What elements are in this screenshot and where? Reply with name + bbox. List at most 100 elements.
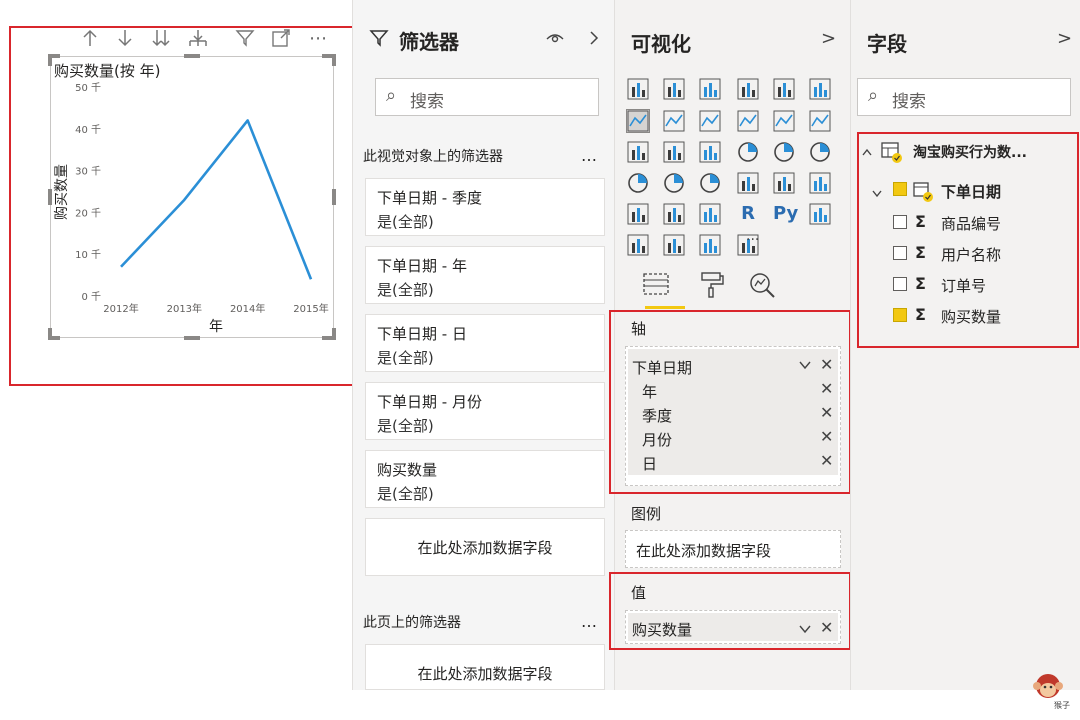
sigma-icon: Σ (915, 305, 926, 324)
r-visual-icon[interactable]: R (737, 203, 759, 225)
fields-tab-icon[interactable] (641, 270, 671, 304)
filter-card[interactable]: 下单日期 - 年 是(全部) (365, 246, 605, 304)
field-checkbox[interactable] (893, 277, 907, 291)
hierarchy-level-label: 季度 (642, 407, 673, 425)
remove-field-icon[interactable]: ✕ (820, 379, 833, 398)
decomposition-tree-icon[interactable] (627, 234, 649, 256)
line-chart-visual[interactable]: ⋯ 购买数量(按 年) 0 千 10 千 20 千 30 千 40 千 50 千 2012年… (0, 0, 363, 400)
pie-chart-icon[interactable] (737, 141, 759, 163)
table-visual-icon[interactable] (663, 203, 685, 225)
multirow-card-icon[interactable] (773, 172, 795, 194)
eye-icon[interactable] (545, 30, 565, 50)
filter-card[interactable]: 下单日期 - 月份 是(全部) (365, 382, 605, 440)
more-visuals-icon[interactable]: ··· (746, 232, 759, 248)
gauge-icon[interactable] (699, 172, 721, 194)
remove-field-icon[interactable]: ✕ (820, 427, 833, 446)
stacked-bar-icon[interactable] (627, 78, 649, 100)
field-label[interactable]: 用户名称 (941, 244, 1001, 265)
treemap-icon[interactable] (809, 141, 831, 163)
donut-chart-icon[interactable] (773, 141, 795, 163)
field-checkbox[interactable] (893, 246, 907, 260)
filter-card[interactable]: 下单日期 - 季度 是(全部) (365, 178, 605, 236)
clustered-bar-icon[interactable] (663, 78, 685, 100)
more-options-icon[interactable]: … (581, 612, 597, 631)
watermark-text: 猴子 (1054, 701, 1070, 710)
active-tab-indicator (645, 306, 685, 309)
date-field-checkbox[interactable] (893, 182, 907, 196)
funnel-icon (369, 28, 389, 52)
kpi-icon[interactable] (809, 172, 831, 194)
slicer-icon[interactable] (627, 203, 649, 225)
chevron-down-icon[interactable] (871, 184, 883, 203)
funnel-chart-icon[interactable] (663, 141, 685, 163)
remove-field-icon[interactable]: ✕ (820, 618, 833, 637)
date-field-label[interactable]: 下单日期 (941, 181, 1001, 202)
line-clustered-column-icon[interactable] (773, 110, 795, 132)
y-tick-label: 0 千 (81, 291, 101, 303)
python-visual-icon[interactable]: Py (773, 203, 798, 225)
visual-filters-heading: 此视觉对象上的筛选器 (363, 149, 503, 165)
line-column-icon[interactable] (737, 110, 759, 132)
column-100-icon[interactable] (809, 78, 831, 100)
search-icon: ⌕ (868, 85, 879, 106)
y-tick-label: 50 千 (75, 82, 101, 94)
field-label[interactable]: 商品编号 (941, 213, 1001, 234)
collapse-chevron-icon[interactable]: > (1057, 28, 1072, 49)
field-checkbox[interactable] (893, 215, 907, 229)
chevron-down-icon[interactable] (798, 621, 812, 640)
map-icon[interactable] (627, 172, 649, 194)
filters-search-input[interactable]: ⌕ 搜索 (375, 78, 599, 116)
add-data-field-dropzone[interactable]: 在此处添加数据字段 (365, 518, 605, 576)
remove-field-icon[interactable]: ✕ (820, 355, 833, 374)
y-axis-title: 购买数量 (54, 164, 70, 220)
filled-map-icon[interactable] (663, 172, 685, 194)
axis-well-label: 轴 (631, 320, 647, 338)
field-label[interactable]: 订单号 (941, 275, 986, 296)
filter-card-title: 下单日期 - 日 (377, 325, 467, 343)
add-data-field-dropzone-page[interactable]: 在此处添加数据字段 (365, 644, 605, 690)
axis-well[interactable]: 下单日期 ✕ 年 ✕ 季度 ✕ 月份 ✕ 日 ✕ (625, 346, 841, 486)
matrix-icon[interactable] (699, 203, 721, 225)
stacked-bar-100-icon[interactable] (699, 78, 721, 100)
fields-search-input[interactable]: ⌕ 搜索 (857, 78, 1071, 116)
analytics-magnifier-icon[interactable] (747, 270, 777, 304)
sigma-icon: Σ (915, 274, 926, 293)
series-line (120, 119, 313, 280)
waterfall-chart-icon[interactable] (627, 141, 649, 163)
legend-well-label: 图例 (631, 505, 662, 523)
clustered-column-icon[interactable] (773, 78, 795, 100)
remove-field-icon[interactable]: ✕ (820, 403, 833, 422)
table-name[interactable]: 淘宝购买行为数... (913, 142, 1027, 162)
chevron-up-icon[interactable] (861, 144, 873, 163)
stacked-area-icon[interactable] (699, 110, 721, 132)
y-tick-label: 30 千 (75, 166, 101, 178)
smart-narrative-icon[interactable] (699, 234, 721, 256)
filter-card[interactable]: 下单日期 - 日 是(全部) (365, 314, 605, 372)
stacked-column-icon[interactable] (737, 78, 759, 100)
values-field-label: 购买数量 (632, 621, 693, 639)
filter-card[interactable]: 购买数量 是(全部) (365, 450, 605, 508)
qa-icon[interactable] (663, 234, 685, 256)
area-chart-icon[interactable] (663, 110, 685, 132)
key-influencers-icon[interactable] (809, 203, 831, 225)
legend-well[interactable]: 在此处添加数据字段 (625, 530, 841, 568)
chevron-down-icon[interactable] (798, 357, 812, 376)
search-placeholder: 搜索 (892, 92, 926, 112)
collapse-chevron-icon[interactable] (587, 28, 601, 52)
field-label[interactable]: 购买数量 (941, 306, 1001, 327)
remove-field-icon[interactable]: ✕ (820, 451, 833, 470)
fields-pane: 字段 > ⌕ 搜索 淘宝购买行为数... 下单日期 Σ 商品编号 Σ 用户名称 … (850, 0, 1080, 690)
search-placeholder: 搜索 (410, 92, 444, 112)
card-icon[interactable] (737, 172, 759, 194)
field-checkbox-checked[interactable] (893, 308, 907, 322)
paint-roller-icon[interactable] (699, 270, 725, 304)
ribbon-chart-icon[interactable] (809, 110, 831, 132)
hierarchy-level-label: 月份 (642, 431, 673, 449)
values-well[interactable]: 购买数量 ✕ (625, 610, 841, 644)
x-tick-label: 2012年 (103, 302, 138, 315)
line-chart-icon[interactable] (626, 109, 650, 133)
legend-placeholder: 在此处添加数据字段 (636, 542, 772, 560)
hierarchy-level-label: 年 (642, 383, 658, 401)
more-options-icon[interactable]: … (581, 146, 597, 165)
scatter-chart-icon[interactable] (699, 141, 721, 163)
